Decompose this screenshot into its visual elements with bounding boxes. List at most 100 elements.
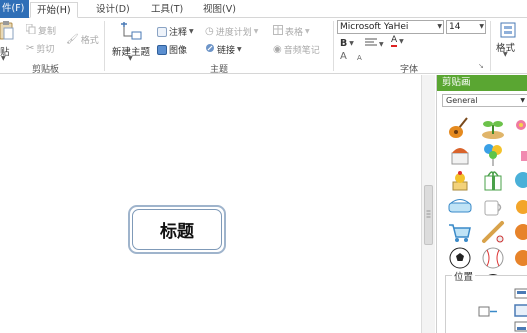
position-left-icon[interactable] bbox=[478, 306, 498, 321]
font-name-select[interactable]: Microsoft YaHei ▼ bbox=[337, 20, 444, 34]
tab-home[interactable]: 开始(H) bbox=[30, 2, 78, 18]
chevron-down-icon: ▼ bbox=[253, 28, 259, 35]
baseball-bat-icon[interactable] bbox=[480, 219, 506, 245]
chevron-down-icon: ▼ bbox=[128, 55, 133, 62]
format-painter-label: 格式 bbox=[80, 36, 99, 46]
dialog-launcher-icon: ↘ bbox=[478, 62, 484, 70]
note-icon bbox=[157, 26, 167, 37]
audio-note-label: 音频笔记 bbox=[283, 46, 320, 56]
flower-icon[interactable] bbox=[513, 115, 527, 141]
chevron-down-icon: ▼ bbox=[1, 55, 6, 62]
tab-view[interactable]: 视图(V) bbox=[197, 2, 242, 18]
position-top-icon[interactable] bbox=[514, 288, 527, 303]
central-topic[interactable]: 标题 bbox=[128, 205, 226, 254]
position-label: 位置 bbox=[452, 269, 476, 283]
image-button[interactable]: 图像 bbox=[157, 43, 187, 56]
mug-icon[interactable] bbox=[480, 193, 506, 219]
tab-tools[interactable]: 工具(T) bbox=[145, 2, 189, 18]
new-topic-icon[interactable] bbox=[118, 21, 142, 45]
link-button[interactable]: 链接 ▼ bbox=[205, 43, 242, 56]
copy-label: 复制 bbox=[38, 27, 57, 37]
ribbon-separator bbox=[490, 21, 491, 71]
chevron-down-icon: ▼ bbox=[503, 51, 508, 58]
note-label: 注释 bbox=[169, 28, 188, 38]
chevron-down-icon: ▼ bbox=[189, 28, 194, 35]
topic-group-label: 主题 bbox=[210, 65, 229, 75]
soccer-ball-icon[interactable] bbox=[447, 245, 473, 271]
grow-font-button[interactable]: A bbox=[340, 51, 347, 62]
font-size-select[interactable]: 14 ▼ bbox=[446, 20, 486, 34]
link-icon bbox=[205, 43, 215, 56]
progress-label: 进度计划 bbox=[215, 28, 252, 38]
link-label: 链接 bbox=[217, 46, 236, 56]
central-topic-text: 标题 bbox=[132, 209, 222, 250]
position-bottom-icon[interactable] bbox=[514, 321, 527, 333]
balloons-icon[interactable] bbox=[480, 141, 506, 167]
progress-button[interactable]: ◷ 进度计划 ▼ bbox=[205, 25, 258, 38]
chevron-down-icon: ▼ bbox=[237, 46, 242, 53]
sprout-icon[interactable] bbox=[480, 115, 506, 141]
baseball-icon[interactable] bbox=[480, 245, 506, 271]
clock-icon: ◷ bbox=[205, 26, 214, 37]
format-dropdown[interactable]: ▼ bbox=[503, 51, 508, 58]
ribbon-separator bbox=[104, 21, 105, 71]
note-button[interactable]: 注释 ▼ bbox=[157, 25, 194, 38]
chevron-down-icon: ▼ bbox=[479, 23, 484, 30]
globe-icon[interactable] bbox=[513, 167, 527, 193]
grow-font-label: A bbox=[340, 51, 347, 62]
basketball-icon[interactable] bbox=[513, 219, 527, 245]
clipart-panel: 剪贴画 General ▼ 位置 bbox=[436, 75, 527, 333]
cupcake-icon[interactable] bbox=[447, 141, 473, 167]
cut-label: 剪切 bbox=[36, 45, 55, 55]
dessert-icon[interactable] bbox=[447, 167, 473, 193]
format-painter-button[interactable]: 🖌 格式 bbox=[66, 33, 99, 46]
clipart-panel-title: 剪贴画 bbox=[437, 75, 527, 91]
paste-dropdown[interactable]: ▼ bbox=[1, 55, 6, 62]
tab-file[interactable]: 件(F) bbox=[0, 0, 30, 18]
clipboard-group-label: 剪贴板 bbox=[32, 65, 60, 75]
font-size-value: 14 bbox=[449, 22, 461, 32]
ribbon: 贴 ▼ 复制 ✂ 剪切 🖌 格式 剪贴板 新建主题 ▼ 注释 ▼ 图像 ◷ 进度… bbox=[0, 18, 527, 75]
shopping-cart-icon[interactable] bbox=[447, 219, 473, 245]
table-button[interactable]: 表格 ▼ bbox=[273, 25, 310, 38]
font-dialog-launcher[interactable]: ↘ bbox=[478, 62, 484, 70]
highlight-button[interactable]: ▼ bbox=[365, 38, 384, 50]
audio-note-button[interactable]: ◉ 音频笔记 bbox=[273, 43, 320, 56]
scissors-icon: ✂ bbox=[26, 43, 35, 54]
table-label: 表格 bbox=[285, 28, 304, 38]
clipart-category-value: General bbox=[446, 96, 478, 105]
ball-icon[interactable] bbox=[513, 193, 527, 219]
new-topic-dropdown[interactable]: ▼ bbox=[128, 55, 133, 62]
chevron-down-icon: ▼ bbox=[520, 97, 525, 104]
position-group: 位置 bbox=[445, 269, 527, 333]
clipart-category-select[interactable]: General ▼ bbox=[442, 94, 527, 107]
font-name-value: Microsoft YaHei bbox=[340, 22, 409, 32]
copy-button[interactable]: 复制 bbox=[25, 23, 57, 37]
vertical-scrollbar[interactable] bbox=[421, 75, 435, 333]
gift-icon[interactable] bbox=[480, 167, 506, 193]
position-center-icon[interactable] bbox=[514, 304, 527, 321]
mindmap-canvas[interactable] bbox=[0, 75, 421, 333]
tab-design[interactable]: 设计(D) bbox=[90, 2, 136, 18]
chevron-down-icon: ▼ bbox=[379, 40, 384, 48]
table-icon bbox=[273, 25, 283, 38]
image-label: 图像 bbox=[169, 46, 188, 56]
ball-icon[interactable] bbox=[513, 245, 527, 271]
cut-button[interactable]: ✂ 剪切 bbox=[26, 42, 54, 55]
bold-button[interactable]: B ▼ bbox=[340, 38, 354, 49]
font-color-icon: A bbox=[391, 35, 398, 47]
font-color-button[interactable]: A ▼ bbox=[391, 36, 404, 47]
guitar-icon[interactable] bbox=[447, 115, 473, 141]
copy-icon bbox=[25, 23, 36, 37]
airplane-icon[interactable] bbox=[447, 193, 473, 219]
shrink-font-button[interactable]: A bbox=[357, 54, 362, 62]
chevron-down-icon: ▼ bbox=[437, 23, 442, 30]
image-icon bbox=[157, 44, 167, 55]
format-icon[interactable] bbox=[500, 22, 516, 41]
scrollbar-thumb[interactable] bbox=[424, 185, 433, 245]
bold-label: B bbox=[340, 38, 348, 49]
chevron-down-icon: ▼ bbox=[399, 38, 404, 45]
cake-icon[interactable] bbox=[513, 141, 527, 167]
paste-icon[interactable] bbox=[0, 21, 14, 44]
shrink-font-label: A bbox=[357, 54, 362, 62]
